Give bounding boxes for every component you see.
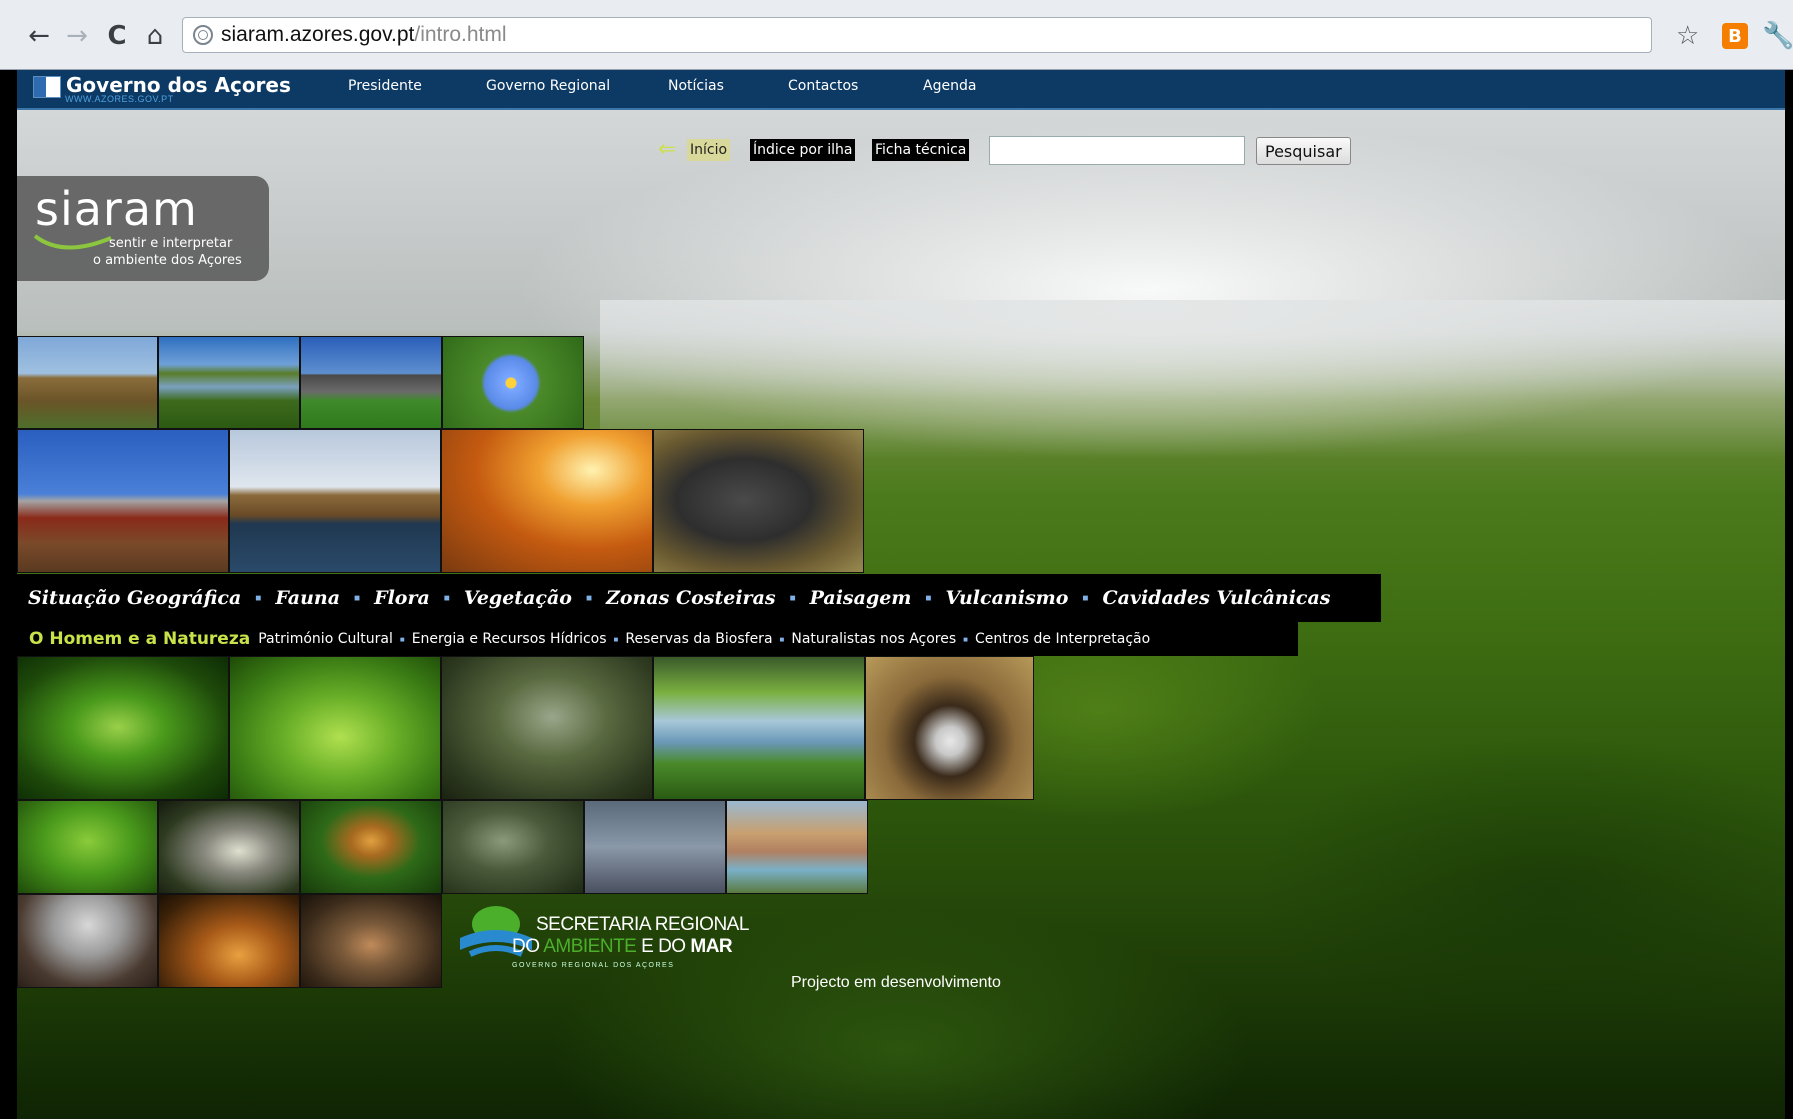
- thumb-spider-web[interactable]: [442, 800, 584, 894]
- cat-situacao-geografica[interactable]: Situação Geográfica: [28, 587, 241, 609]
- thumb-wetland[interactable]: [158, 336, 300, 429]
- cat-vegetacao[interactable]: Vegetação: [464, 587, 572, 609]
- separator-icon: ■: [443, 592, 450, 604]
- browser-chrome: ← → C ⌂ siaram.azores.gov.pt/intro.html …: [0, 0, 1793, 70]
- separator-icon: ■: [255, 592, 262, 604]
- siaram-tagline-1: sentir e interpretar: [109, 236, 233, 251]
- sub-centros-interpretacao[interactable]: Centros de Interpretação: [975, 631, 1150, 647]
- flag-icon: [33, 76, 61, 98]
- separator-icon: ■: [963, 634, 968, 644]
- viewport-edge-right: [1785, 70, 1793, 1119]
- gov-header-bar: Governo dos Açores WWW.AZORES.GOV.PT Pre…: [17, 70, 1793, 110]
- page-background: Governo dos Açores WWW.AZORES.GOV.PT Pre…: [0, 70, 1793, 1119]
- siaram-tagline-2: o ambiente dos Açores: [93, 253, 242, 268]
- thumb-cave-spider[interactable]: [300, 894, 442, 988]
- back-arrow-icon[interactable]: ⇐: [658, 137, 676, 162]
- extension-button[interactable]: B: [1722, 20, 1748, 52]
- thumb-lagoon[interactable]: [653, 656, 865, 800]
- url-host: siaram.azores.gov.pt: [221, 23, 415, 46]
- secretaria-line-2d: MAR: [690, 936, 733, 957]
- sub-reservas-biosfera[interactable]: Reservas da Biosfera: [625, 631, 772, 647]
- cat-paisagem[interactable]: Paisagem: [810, 587, 912, 609]
- nav-noticias[interactable]: Notícias: [668, 78, 724, 94]
- cat-vulcanismo[interactable]: Vulcanismo: [945, 587, 1068, 609]
- sub-homem-natureza[interactable]: O Homem e a Natureza: [29, 629, 250, 649]
- secretaria-line-1: SECRETARIA REGIONAL: [536, 914, 749, 935]
- thumb-naturalist[interactable]: [726, 800, 868, 894]
- secretaria-line-2b: AMBIENTE: [543, 936, 637, 957]
- back-icon[interactable]: ←: [22, 20, 56, 52]
- secretaria-line-2a: DO: [512, 936, 544, 957]
- cat-flora[interactable]: Flora: [374, 587, 430, 609]
- thumb-leaf[interactable]: [229, 656, 441, 800]
- nav-contactos[interactable]: Contactos: [788, 78, 858, 94]
- nav-agenda[interactable]: Agenda: [923, 78, 976, 94]
- url-path: /intro.html: [414, 23, 507, 46]
- thumb-insects[interactable]: [17, 800, 158, 894]
- thumb-fungus[interactable]: [300, 800, 442, 894]
- gov-title: Governo dos Açores: [66, 73, 291, 97]
- secretaria-line-2: DO AMBIENTE E DO MAR: [512, 936, 733, 958]
- home-icon[interactable]: ⌂: [138, 20, 172, 52]
- nav-governo-regional[interactable]: Governo Regional: [486, 78, 610, 94]
- secretaria-line-2c: E DO: [636, 936, 691, 957]
- link-inicio[interactable]: Início: [687, 139, 731, 161]
- sub-energia-recursos[interactable]: Energia e Recursos Hídricos: [412, 631, 607, 647]
- sub-naturalistas[interactable]: Naturalistas nos Açores: [791, 631, 956, 647]
- cat-cavidades-vulcanicas[interactable]: Cavidades Vulcânicas: [1102, 587, 1330, 609]
- link-ficha-tecnica[interactable]: Ficha técnica: [872, 139, 970, 161]
- secretaria-logo[interactable]: SECRETARIA REGIONAL DO AMBIENTE E DO MAR…: [456, 902, 749, 977]
- siaram-wordmark: siaram: [35, 182, 198, 236]
- blogger-icon: B: [1722, 23, 1748, 49]
- separator-icon: ■: [925, 592, 932, 604]
- separator-icon: ■: [1082, 592, 1089, 604]
- thumb-well-house[interactable]: [17, 429, 229, 573]
- separator-icon: ■: [789, 592, 796, 604]
- subcategory-bar: O Homem e a Natureza Património Cultural…: [17, 622, 1298, 656]
- search-input[interactable]: [989, 136, 1245, 165]
- thumb-lava-cave[interactable]: [158, 894, 300, 988]
- search-button[interactable]: Pesquisar: [1256, 137, 1351, 165]
- link-indice-por-ilha[interactable]: Índice por ilha: [750, 139, 856, 161]
- project-status-note: Projecto em desenvolvimento: [791, 974, 1001, 991]
- thumb-lichen[interactable]: [158, 800, 300, 894]
- thumb-water-tank[interactable]: [300, 336, 442, 429]
- thumb-thatched-hut[interactable]: [17, 336, 158, 429]
- address-bar[interactable]: siaram.azores.gov.pt/intro.html: [182, 17, 1652, 53]
- secretaria-line-3: GOVERNO REGIONAL DOS AÇORES: [512, 962, 675, 969]
- separator-icon: ■: [585, 592, 592, 604]
- separator-icon: ■: [399, 634, 405, 644]
- wrench-icon[interactable]: 🔧: [1762, 20, 1793, 52]
- category-bar: Situação Geográfica ■ Fauna ■ Flora ■ Ve…: [17, 574, 1381, 622]
- thumb-shearwater[interactable]: [653, 429, 864, 573]
- thumb-islet[interactable]: [229, 429, 441, 573]
- sub-patrimonio-cultural[interactable]: Património Cultural: [258, 631, 393, 647]
- siaram-logo[interactable]: siaram sentir e interpretar o ambiente d…: [17, 176, 269, 281]
- thumb-fumarole[interactable]: [17, 894, 158, 988]
- nav-presidente[interactable]: Presidente: [348, 78, 422, 94]
- separator-icon: ■: [354, 592, 361, 604]
- separator-icon: ■: [613, 634, 619, 644]
- gov-subtitle: WWW.AZORES.GOV.PT: [65, 94, 174, 104]
- thumb-nest[interactable]: [865, 656, 1034, 800]
- thumb-tern[interactable]: [584, 800, 726, 894]
- globe-icon: [193, 25, 213, 45]
- thumb-blue-flower[interactable]: [442, 336, 584, 429]
- thumb-interior-hall[interactable]: [441, 429, 653, 573]
- thumb-forest[interactable]: [441, 656, 653, 800]
- forward-icon[interactable]: →: [60, 20, 94, 52]
- star-icon[interactable]: ☆: [1676, 20, 1699, 52]
- thumb-fern[interactable]: [17, 656, 229, 800]
- viewport-edge-left: [0, 70, 17, 1119]
- separator-icon: ■: [779, 634, 785, 644]
- cat-fauna[interactable]: Fauna: [275, 587, 340, 609]
- cat-zonas-costeiras[interactable]: Zonas Costeiras: [606, 587, 776, 609]
- reload-icon[interactable]: C: [100, 20, 134, 52]
